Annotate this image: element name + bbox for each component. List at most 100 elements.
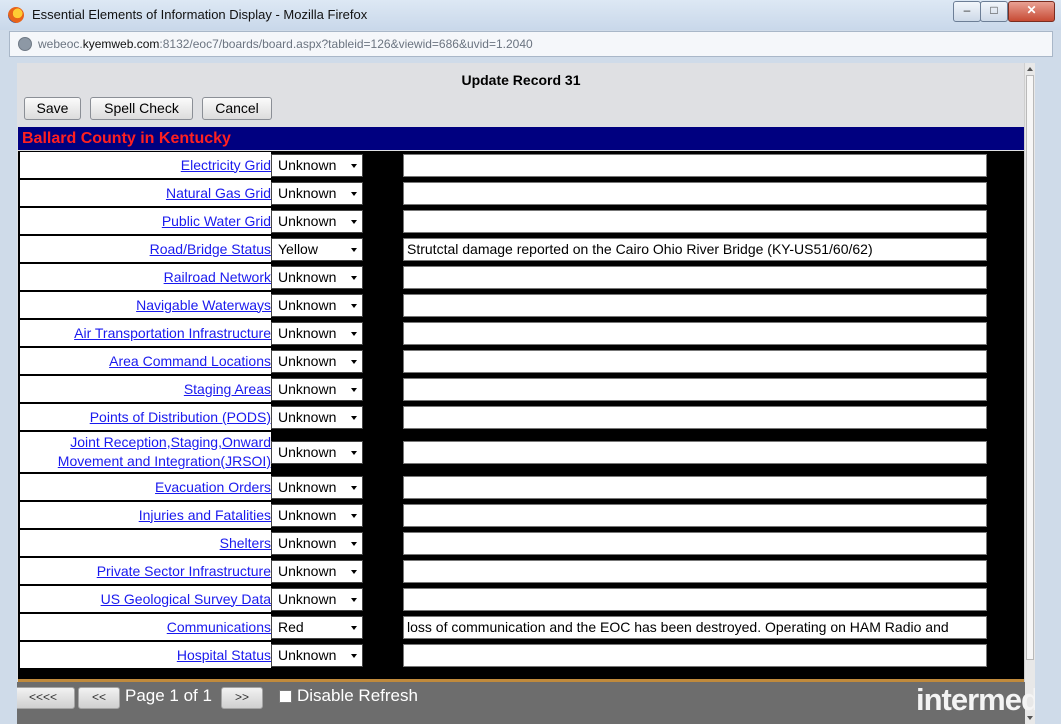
- table-row: Railroad Network Unknown: [18, 263, 1024, 291]
- maximize-button[interactable]: □: [980, 1, 1008, 22]
- row-label-line: Joint Reception,Staging,Onward: [70, 434, 271, 450]
- row-label-link[interactable]: Communications: [167, 618, 271, 637]
- status-value: Yellow: [278, 241, 318, 257]
- status-select[interactable]: Unknown: [271, 476, 363, 499]
- row-label-cell: Railroad Network: [20, 264, 271, 290]
- table-row: Area Command Locations Unknown: [18, 347, 1024, 375]
- table-row: Electricity Grid Unknown: [18, 151, 1024, 179]
- comment-input[interactable]: [403, 350, 987, 373]
- url-host: kyemweb.com: [82, 37, 160, 51]
- row-label-link[interactable]: Road/Bridge Status: [150, 240, 271, 259]
- comment-input[interactable]: [403, 532, 987, 555]
- row-label-link[interactable]: Evacuation Orders: [155, 478, 271, 497]
- prev-page-button[interactable]: <<: [78, 687, 120, 709]
- comment-input[interactable]: [403, 266, 987, 289]
- url-path: :8132/eoc7/boards/board.aspx?tableid=126…: [159, 37, 533, 51]
- comment-input[interactable]: [403, 378, 987, 401]
- comment-input[interactable]: [403, 476, 987, 499]
- table-row: Navigable Waterways Unknown: [18, 291, 1024, 319]
- row-label-link[interactable]: Navigable Waterways: [136, 296, 271, 315]
- row-label-link[interactable]: Joint Reception,Staging,Onward Movement a…: [58, 433, 271, 471]
- status-select[interactable]: Yellow: [271, 238, 363, 261]
- comment-input[interactable]: [403, 644, 987, 667]
- status-select[interactable]: Unknown: [271, 644, 363, 667]
- address-bar[interactable]: webeoc.kyemweb.com:8132/eoc7/boards/boar…: [9, 31, 1053, 57]
- status-select[interactable]: Unknown: [271, 588, 363, 611]
- comment-input[interactable]: [403, 560, 987, 583]
- row-label-link[interactable]: Public Water Grid: [162, 212, 271, 231]
- status-value: Unknown: [278, 353, 337, 369]
- row-label-link[interactable]: US Geological Survey Data: [101, 590, 271, 609]
- status-select[interactable]: Red: [271, 616, 363, 639]
- comment-input[interactable]: [403, 294, 987, 317]
- next-page-button[interactable]: >>: [221, 687, 263, 709]
- comment-input[interactable]: Strutctal damage reported on the Cairo O…: [403, 238, 987, 261]
- row-label-link[interactable]: Staging Areas: [184, 380, 271, 399]
- row-label-link[interactable]: Air Transportation Infrastructure: [74, 324, 271, 343]
- status-select[interactable]: Unknown: [271, 504, 363, 527]
- chevron-down-icon: [351, 220, 357, 224]
- disable-refresh-checkbox[interactable]: [279, 690, 292, 703]
- section-header: Ballard County in Kentucky: [18, 127, 1024, 150]
- page-info: Page 1 of 1: [125, 686, 212, 705]
- spell-check-button[interactable]: Spell Check: [90, 97, 193, 120]
- cancel-button[interactable]: Cancel: [202, 97, 272, 120]
- comment-input[interactable]: [403, 182, 987, 205]
- row-label-link[interactable]: Hospital Status: [177, 646, 271, 665]
- comment-input[interactable]: [403, 441, 987, 464]
- minimize-button[interactable]: –: [953, 1, 981, 22]
- chevron-down-icon: [351, 570, 357, 574]
- row-label-link[interactable]: Private Sector Infrastructure: [97, 562, 271, 581]
- status-select[interactable]: Unknown: [271, 406, 363, 429]
- status-value: Unknown: [278, 157, 337, 173]
- row-label-link[interactable]: Railroad Network: [164, 268, 271, 287]
- status-select[interactable]: Unknown: [271, 210, 363, 233]
- table-row: Hospital Status Unknown: [18, 641, 1024, 669]
- comment-input[interactable]: [403, 210, 987, 233]
- comment-input[interactable]: [403, 588, 987, 611]
- comment-input[interactable]: [403, 154, 987, 177]
- comment-input[interactable]: loss of communication and the EOC has be…: [403, 616, 987, 639]
- row-label-link[interactable]: Area Command Locations: [109, 352, 271, 371]
- status-select[interactable]: Unknown: [271, 560, 363, 583]
- row-label-link[interactable]: Natural Gas Grid: [166, 184, 271, 203]
- row-label-link[interactable]: Injuries and Fatalities: [139, 506, 271, 525]
- status-select[interactable]: Unknown: [271, 182, 363, 205]
- status-select[interactable]: Unknown: [271, 266, 363, 289]
- chevron-down-icon: [351, 388, 357, 392]
- status-select[interactable]: Unknown: [271, 532, 363, 555]
- table-row: Evacuation Orders Unknown: [18, 473, 1024, 501]
- scroll-thumb[interactable]: [1026, 75, 1034, 660]
- status-value: Unknown: [278, 409, 337, 425]
- first-page-button[interactable]: <<<<: [17, 687, 75, 709]
- scroll-up-icon[interactable]: [1027, 67, 1033, 71]
- chevron-down-icon: [351, 416, 357, 420]
- status-select[interactable]: Unknown: [271, 294, 363, 317]
- status-value: Unknown: [278, 563, 337, 579]
- row-label-link[interactable]: Electricity Grid: [181, 156, 271, 175]
- disable-refresh-label: Disable Refresh: [297, 686, 418, 705]
- url-prefix: webeoc.: [38, 37, 83, 51]
- table-row: Private Sector Infrastructure Unknown: [18, 557, 1024, 585]
- url-text[interactable]: webeoc.kyemweb.com:8132/eoc7/boards/boar…: [38, 32, 533, 56]
- table-row: Points of Distribution (PODS) Unknown: [18, 403, 1024, 431]
- save-button[interactable]: Save: [24, 97, 81, 120]
- table-row: Road/Bridge Status Yellow Strutctal damage…: [18, 235, 1024, 263]
- close-window-button[interactable]: ✕: [1008, 1, 1055, 22]
- scrollbar[interactable]: [1024, 63, 1035, 724]
- status-select[interactable]: Unknown: [271, 322, 363, 345]
- row-label-link[interactable]: Points of Distribution (PODS): [90, 408, 271, 427]
- comment-input[interactable]: [403, 406, 987, 429]
- comment-input[interactable]: [403, 504, 987, 527]
- status-select[interactable]: Unknown: [271, 350, 363, 373]
- chevron-down-icon: [351, 164, 357, 168]
- row-label-cell: Navigable Waterways: [20, 292, 271, 318]
- status-value: Unknown: [278, 213, 337, 229]
- status-select[interactable]: Unknown: [271, 154, 363, 177]
- row-label-link[interactable]: Shelters: [220, 534, 271, 553]
- status-select[interactable]: Unknown: [271, 378, 363, 401]
- status-value: Unknown: [278, 185, 337, 201]
- status-select[interactable]: Unknown: [271, 441, 363, 464]
- table-row: Joint Reception,Staging,Onward Movement a…: [18, 431, 1024, 473]
- comment-input[interactable]: [403, 322, 987, 345]
